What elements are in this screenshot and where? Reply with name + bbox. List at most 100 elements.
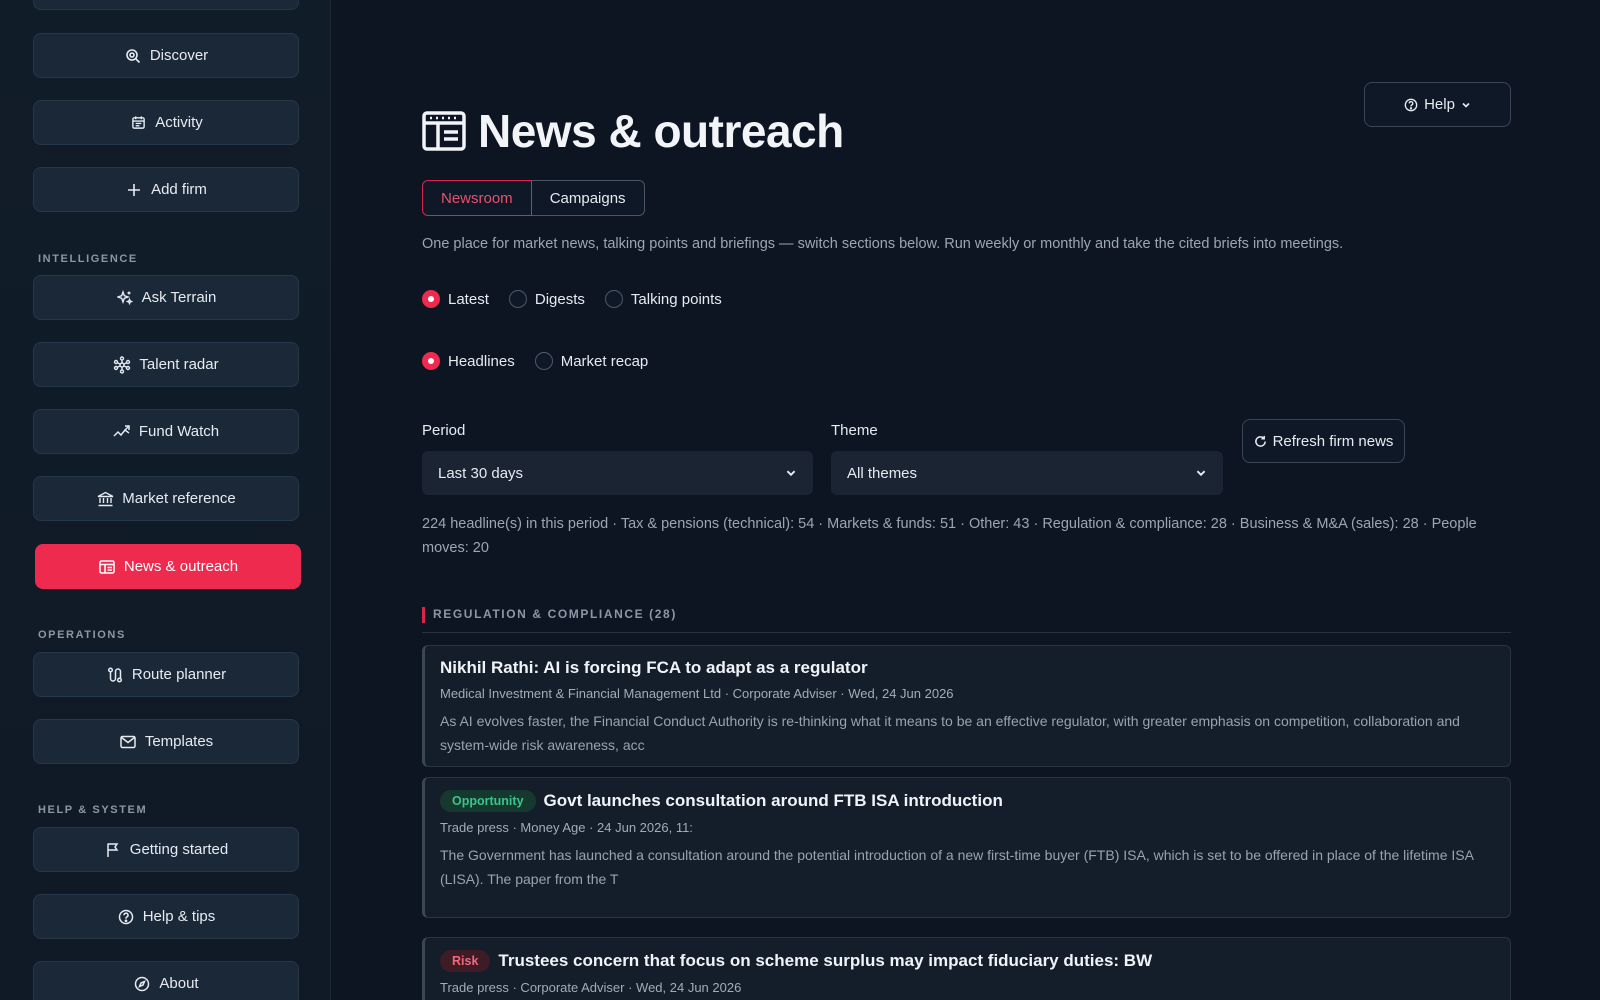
theme-label: Theme — [831, 422, 878, 439]
news-card-snippet: As AI evolves faster, the Financial Cond… — [440, 713, 1460, 753]
page-description: One place for market news, talking point… — [422, 236, 1344, 252]
news-card-meta: Trade press · Money Age · 24 Jun 2026, 1… — [440, 820, 693, 835]
sparkle-icon — [116, 289, 134, 307]
sidebar-item-label: Templates — [144, 733, 214, 750]
plus-icon — [125, 181, 143, 199]
sidebar-item-label: Help & tips — [142, 908, 216, 925]
bank-icon — [96, 490, 114, 508]
sidebar-item-label: About — [159, 975, 199, 992]
period-select[interactable]: Last 30 days — [422, 451, 813, 495]
group-heading: REGULATION & COMPLIANCE (28) — [422, 607, 1511, 633]
opportunity-badge: Opportunity — [440, 790, 536, 812]
radio-indicator — [422, 290, 440, 308]
sidebar-item-label: Add firm — [151, 181, 207, 198]
sidebar-item-getting-started[interactable]: Getting started — [33, 827, 299, 872]
section-label-help-system: HELP & SYSTEM — [38, 804, 148, 816]
radio-indicator — [534, 352, 553, 370]
sidebar-item-market-reference[interactable]: Market reference — [33, 476, 299, 521]
mail-icon — [119, 733, 137, 751]
sidebar-item-news-outreach[interactable]: News & outreach — [35, 544, 301, 589]
news-card-title-text[interactable]: Govt launches consultation around FTB IS… — [544, 791, 1003, 811]
section-label-intelligence: INTELLIGENCE — [38, 253, 138, 265]
compass-icon — [133, 975, 151, 993]
sidebar-item-label: Ask Terrain — [141, 289, 217, 306]
group-accent-bar — [422, 607, 425, 623]
newspaper-icon — [422, 111, 466, 151]
radio-label: Headlines — [448, 352, 515, 370]
news-card-meta: Trade press · Corporate Adviser · Wed, 2… — [440, 980, 742, 995]
sidebar: Discover Activity Add firm INTELLIGENCE … — [0, 0, 331, 1000]
radio-latest[interactable]: Latest — [422, 290, 489, 308]
radio-headlines[interactable]: Headlines — [422, 352, 515, 370]
view-radio-group: Headlines Market recap — [422, 352, 648, 370]
tab-newsroom[interactable]: Newsroom — [422, 180, 532, 216]
radio-label: Digests — [534, 290, 585, 308]
sidebar-item-activity[interactable]: Activity — [33, 100, 299, 145]
group-heading-text: REGULATION & COMPLIANCE (28) — [433, 607, 677, 621]
sidebar-item-about[interactable]: About — [33, 961, 299, 1000]
radio-indicator — [604, 290, 623, 308]
sidebar-item-add-firm[interactable]: Add firm — [33, 167, 299, 212]
sidebar-item-templates[interactable]: Templates — [33, 719, 299, 764]
period-select-value: Last 30 days — [438, 464, 524, 482]
news-card-title: Nikhil Rathi: AI is forcing FCA to adapt… — [440, 658, 1494, 678]
sidebar-item-label: Market reference — [122, 490, 236, 507]
radio-label: Talking points — [630, 290, 722, 308]
sidebar-item-label: News & outreach — [123, 558, 239, 575]
news-card-title: Opportunity Govt launches consultation a… — [440, 790, 1494, 812]
news-card-title: Risk Trustees concern that focus on sche… — [440, 950, 1494, 972]
sidebar-item-help-tips[interactable]: Help & tips — [33, 894, 299, 939]
help-label: Help — [1424, 96, 1455, 113]
trend-icon — [113, 423, 131, 441]
risk-badge: Risk — [440, 950, 491, 972]
period-label: Period — [422, 422, 466, 439]
newspaper-icon — [98, 558, 116, 576]
question-icon — [117, 908, 135, 926]
tab-campaigns[interactable]: Campaigns — [531, 180, 645, 216]
sidebar-item-label: Fund Watch — [138, 423, 220, 440]
sidebar-item-talent-radar[interactable]: Talent radar — [33, 342, 299, 387]
discover-icon — [124, 47, 142, 65]
sidebar-item-partial[interactable] — [33, 0, 299, 10]
route-icon — [106, 666, 124, 684]
radio-indicator — [508, 290, 527, 308]
refresh-firm-news-button[interactable]: Refresh firm news — [1242, 419, 1405, 463]
page-title-text: News & outreach — [478, 105, 844, 157]
sidebar-item-label: Route planner — [131, 666, 227, 683]
sidebar-item-label: Discover — [149, 47, 209, 64]
section-tabs: Newsroom Campaigns — [422, 180, 645, 216]
radio-label: Latest — [448, 290, 489, 308]
sidebar-item-label: Activity — [155, 114, 203, 131]
news-card-title-text[interactable]: Nikhil Rathi: AI is forcing FCA to adapt… — [440, 658, 868, 678]
radio-digests[interactable]: Digests — [508, 290, 585, 308]
refresh-icon — [1254, 435, 1267, 448]
sidebar-item-label: Talent radar — [139, 356, 219, 373]
chevron-down-icon — [785, 467, 797, 479]
refresh-label: Refresh firm news — [1272, 432, 1394, 450]
news-card-title-text[interactable]: Trustees concern that focus on scheme su… — [498, 951, 1152, 971]
news-card[interactable]: Opportunity Govt launches consultation a… — [422, 777, 1511, 918]
section-label-operations: OPERATIONS — [38, 629, 126, 641]
sidebar-item-fund-watch[interactable]: Fund Watch — [33, 409, 299, 454]
radio-talking-points[interactable]: Talking points — [604, 290, 722, 308]
theme-select[interactable]: All themes — [831, 451, 1223, 495]
page-title: News & outreach — [422, 104, 844, 158]
question-icon — [1404, 98, 1418, 112]
news-card-meta: Medical Investment & Financial Managemen… — [440, 686, 954, 701]
theme-select-value: All themes — [847, 464, 918, 482]
flag-icon — [104, 841, 122, 859]
mode-radio-group: Latest Digests Talking points — [422, 290, 722, 308]
news-card-snippet: The Government has launched a consultati… — [440, 847, 1474, 887]
sidebar-item-label: Getting started — [129, 841, 229, 858]
sidebar-item-discover[interactable]: Discover — [33, 33, 299, 78]
radio-label: Market recap — [560, 352, 649, 370]
radio-market-recap[interactable]: Market recap — [534, 352, 649, 370]
chevron-down-icon — [1195, 467, 1207, 479]
sidebar-item-ask-terrain[interactable]: Ask Terrain — [33, 275, 299, 320]
network-icon — [113, 355, 131, 374]
chevron-down-icon — [1461, 100, 1471, 110]
news-card[interactable]: Nikhil Rathi: AI is forcing FCA to adapt… — [422, 645, 1511, 767]
news-card[interactable]: Risk Trustees concern that focus on sche… — [422, 937, 1511, 1000]
sidebar-item-route-planner[interactable]: Route planner — [33, 652, 299, 697]
help-dropdown-button[interactable]: Help — [1364, 82, 1511, 127]
